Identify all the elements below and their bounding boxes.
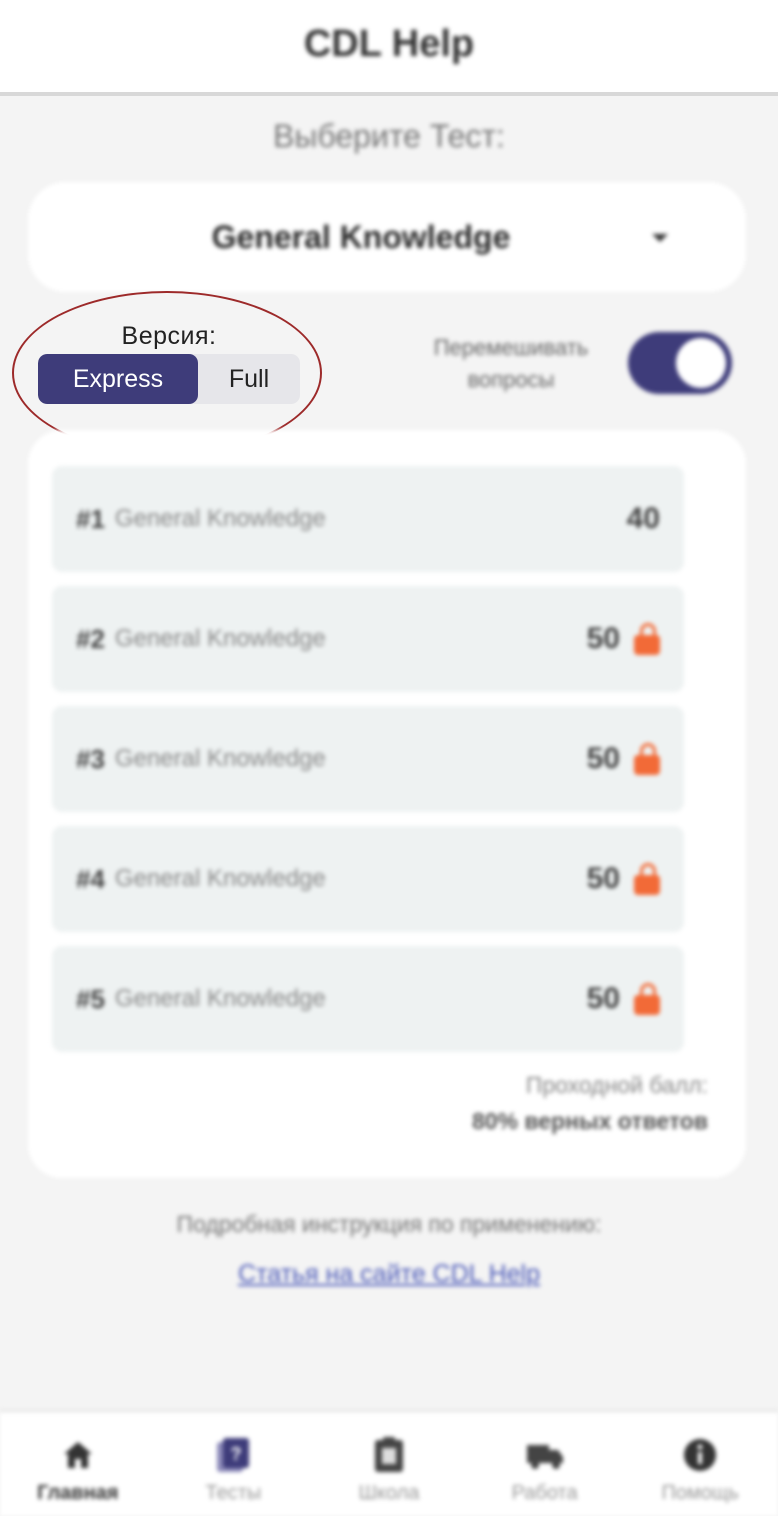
test-name: General Knowledge [114,625,326,652]
tab-label: Главная [37,1482,119,1504]
test-number: #4 [76,863,105,894]
version-option-full[interactable]: Full [198,354,300,404]
question-count: 50 [586,622,620,655]
bottom-tab-bar: Главная ? Тесты Школа Работа Помощь [0,1410,778,1516]
shuffle-label-line1: Перемешивать [433,335,589,360]
test-name: General Knowledge [114,985,326,1012]
test-name: General Knowledge [114,865,326,892]
version-segmented-control[interactable]: Express Full [38,354,300,404]
test-row-4[interactable]: #4 General Knowledge 50 [52,826,684,932]
tab-help[interactable]: Помощь [622,1412,778,1516]
toggle-knob [676,338,726,388]
test-row-2[interactable]: #2 General Knowledge 50 [52,586,684,692]
truck-icon [525,1434,565,1476]
test-row-1[interactable]: #1 General Knowledge 40 [52,466,684,572]
tab-work[interactable]: Работа [467,1412,623,1516]
test-row-3[interactable]: #3 General Knowledge 50 [52,706,684,812]
test-dropdown-value: General Knowledge [211,218,511,255]
test-number: #5 [76,983,105,1014]
lock-icon [634,743,660,775]
test-row-5[interactable]: #5 General Knowledge 50 [52,946,684,1052]
tab-school[interactable]: Школа [311,1412,467,1516]
home-icon [61,1434,95,1476]
tab-label: Помощь [661,1482,739,1504]
test-dropdown[interactable]: General Knowledge [28,182,746,292]
test-name: General Knowledge [114,505,326,532]
info-icon [682,1434,718,1476]
shuffle-label: Перемешивать вопросы [400,332,622,396]
test-number: #2 [76,623,105,654]
tab-tests[interactable]: ? Тесты [156,1412,312,1516]
app-header: CDL Help [0,0,778,96]
choose-test-label: Выберите Тест: [273,118,505,154]
test-number: #3 [76,743,105,774]
shuffle-toggle[interactable] [628,332,732,394]
instructions-label: Подробная инструкция по применению: [176,1211,602,1237]
test-name: General Knowledge [114,745,326,772]
version-option-express[interactable]: Express [38,354,198,404]
chevron-down-icon [652,234,668,242]
lock-icon [634,983,660,1015]
app-title: CDL Help [303,22,475,65]
test-number: #1 [76,503,105,534]
tab-label: Школа [358,1482,420,1504]
question-count: 40 [626,502,660,535]
tests-icon: ? [215,1434,251,1476]
question-count: 50 [586,862,620,895]
tab-label: Тесты [205,1482,262,1504]
version-label: Версия: [121,322,217,350]
lock-icon [634,623,660,655]
tab-home[interactable]: Главная [0,1412,156,1516]
lock-icon [634,863,660,895]
svg-text:?: ? [231,1444,242,1464]
question-count: 50 [586,742,620,775]
tab-label: Работа [511,1482,578,1504]
instructions-link[interactable]: Статья на сайте CDL Help [0,1260,778,1289]
passing-score-label: Проходной балл: [525,1072,708,1098]
question-count: 50 [586,982,620,1015]
shuffle-label-line2: вопросы [467,367,555,392]
school-icon [373,1434,405,1476]
passing-score-value: 80% верных ответов [471,1108,708,1134]
